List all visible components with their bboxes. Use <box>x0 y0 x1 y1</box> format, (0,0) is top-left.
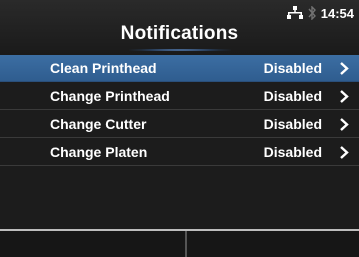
softkey-right[interactable] <box>187 231 359 257</box>
list-item-value: Disabled <box>263 144 322 160</box>
printer-screen: 14:54 Notifications Clean Printhead Disa… <box>0 0 359 257</box>
list-item-label: Change Cutter <box>50 116 147 132</box>
list-item-value: Disabled <box>263 60 322 76</box>
list-item-label: Clean Printhead <box>50 60 157 76</box>
chevron-right-icon <box>339 62 350 75</box>
list-item-label: Change Platen <box>50 144 148 160</box>
list-item-change-cutter[interactable]: Change Cutter Disabled <box>0 111 359 138</box>
bluetooth-icon <box>307 5 317 21</box>
list-item-change-platen[interactable]: Change Platen Disabled <box>0 139 359 166</box>
chevron-right-icon <box>339 118 350 131</box>
chevron-right-icon <box>339 146 350 159</box>
softkey-bar <box>0 231 359 257</box>
page-title: Notifications <box>120 23 239 44</box>
chevron-right-icon <box>339 90 350 103</box>
header-bar: 14:54 Notifications <box>0 0 359 55</box>
list-item-clean-printhead[interactable]: Clean Printhead Disabled <box>0 55 359 82</box>
list-item-value: Disabled <box>263 116 322 132</box>
title-underline <box>129 49 231 51</box>
list-item-change-printhead[interactable]: Change Printhead Disabled <box>0 83 359 110</box>
network-icon <box>286 6 303 20</box>
softkey-left[interactable] <box>0 231 185 257</box>
status-area: 14:54 <box>286 5 354 21</box>
list-item-label: Change Printhead <box>50 88 170 104</box>
clock-time: 14:54 <box>320 5 354 21</box>
list-item-value: Disabled <box>263 88 322 104</box>
